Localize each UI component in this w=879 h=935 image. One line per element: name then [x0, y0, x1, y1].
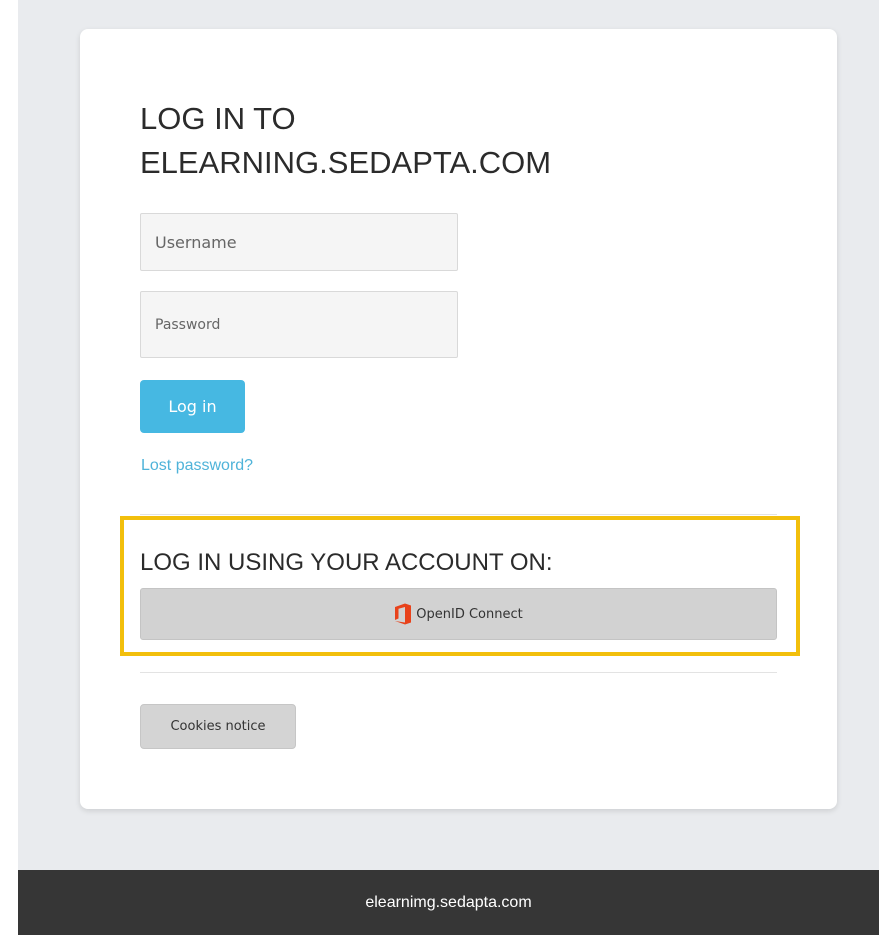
login-button[interactable]: Log in [140, 380, 245, 433]
title-line-2: ELEARNING.SEDAPTA.COM [140, 145, 552, 180]
office-icon [394, 603, 412, 625]
username-input[interactable] [140, 213, 458, 271]
title-line-1: LOG IN TO [140, 101, 296, 136]
lost-password-link[interactable]: Lost password? [141, 457, 253, 475]
page-title: LOG IN TO ELEARNING.SEDAPTA.COM [140, 97, 551, 185]
footer: elearnimg.sedapta.com [18, 870, 879, 935]
divider [140, 672, 777, 673]
password-input[interactable] [140, 291, 458, 358]
footer-text: elearnimg.sedapta.com [365, 893, 532, 911]
cookies-notice-button[interactable]: Cookies notice [140, 704, 296, 749]
openid-connect-button[interactable]: OpenID Connect [140, 588, 777, 640]
sso-heading: LOG IN USING YOUR ACCOUNT ON: [140, 549, 553, 576]
openid-connect-label: OpenID Connect [416, 606, 523, 622]
divider [140, 514, 777, 515]
login-card: LOG IN TO ELEARNING.SEDAPTA.COM Log in L… [80, 29, 837, 809]
